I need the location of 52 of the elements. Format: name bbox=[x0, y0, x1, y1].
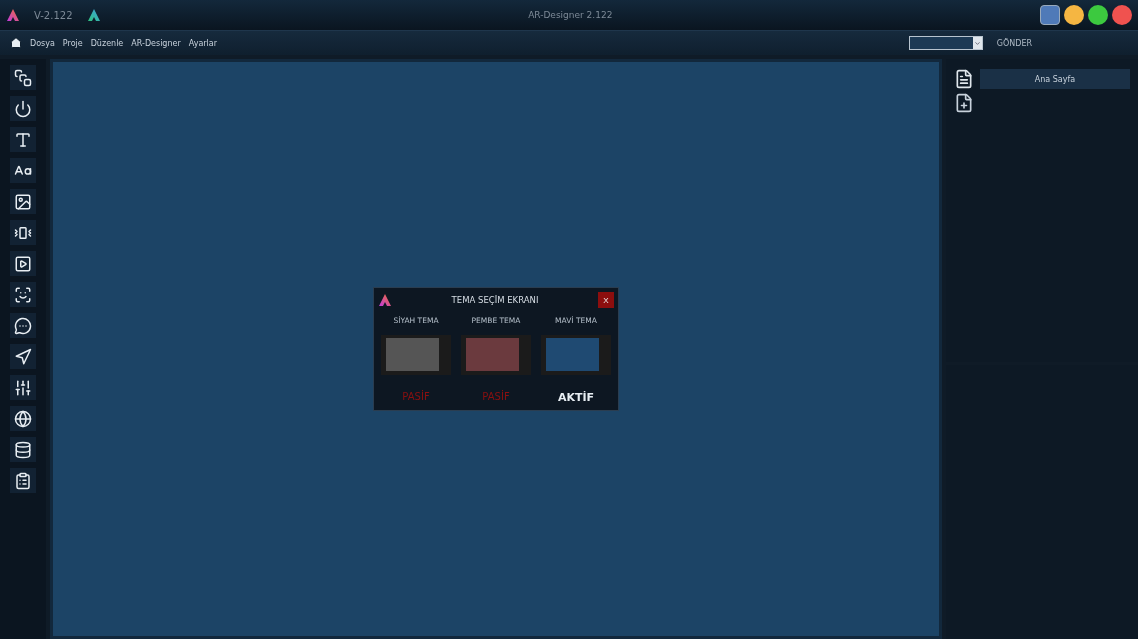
menu-item[interactable]: Dosya bbox=[30, 38, 55, 48]
scan-icon bbox=[14, 285, 32, 304]
menu-item[interactable]: Proje bbox=[62, 38, 83, 48]
database-icon bbox=[14, 440, 32, 459]
power-icon bbox=[14, 99, 32, 118]
caret-icon bbox=[973, 39, 981, 47]
layers-tool-button[interactable] bbox=[10, 65, 36, 90]
image-icon bbox=[14, 192, 32, 211]
page-button[interactable]: Ana Sayfa bbox=[980, 69, 1130, 89]
window-button[interactable] bbox=[1064, 5, 1084, 25]
chat-tool-button[interactable] bbox=[10, 313, 36, 338]
video-tool-button[interactable] bbox=[10, 251, 36, 276]
sliders-icon bbox=[14, 378, 32, 397]
menu-item[interactable]: AR-Designer bbox=[131, 38, 181, 48]
logo-icon bbox=[6, 8, 20, 22]
chat-icon bbox=[14, 316, 32, 335]
menu-item[interactable]: Ayarlar bbox=[188, 38, 217, 48]
navigate-icon bbox=[14, 347, 32, 366]
window-button[interactable] bbox=[1040, 5, 1060, 25]
window-button[interactable] bbox=[1088, 5, 1108, 25]
version-label: V-2.122 bbox=[34, 9, 73, 21]
theme-status: PASİF bbox=[482, 391, 510, 402]
scan-tool-button[interactable] bbox=[10, 282, 36, 307]
video-icon bbox=[14, 254, 32, 273]
send-button[interactable]: GÖNDER bbox=[990, 37, 1038, 49]
clipboard-icon bbox=[14, 471, 32, 490]
image-tool-button[interactable] bbox=[10, 189, 36, 214]
page-icon[interactable] bbox=[954, 69, 974, 89]
dialog-logo-icon bbox=[378, 293, 392, 307]
home-icon[interactable] bbox=[10, 37, 22, 49]
dropdown-field[interactable] bbox=[908, 36, 983, 50]
theme-status: AKTİF bbox=[557, 391, 595, 404]
menu-item[interactable]: Düzenle bbox=[90, 38, 124, 48]
vibrate-tool-button[interactable] bbox=[10, 220, 36, 245]
power-tool-button[interactable] bbox=[10, 96, 36, 121]
window-title: AR-Designer 2.122 bbox=[527, 10, 614, 20]
clipboard-tool-button[interactable] bbox=[10, 468, 36, 493]
close-button[interactable]: X bbox=[598, 292, 614, 308]
text-height-tool-button[interactable] bbox=[10, 127, 36, 152]
text-size-tool-button[interactable] bbox=[10, 158, 36, 183]
layers-icon bbox=[14, 68, 32, 87]
app-icon bbox=[86, 8, 101, 22]
globe-icon bbox=[14, 409, 32, 428]
window-button[interactable] bbox=[1112, 5, 1132, 25]
add-page-icon[interactable] bbox=[954, 93, 974, 113]
database-tool-button[interactable] bbox=[10, 437, 36, 462]
globe-tool-button[interactable] bbox=[10, 406, 36, 431]
navigate-tool-button[interactable] bbox=[10, 344, 36, 369]
theme-status: PASİF bbox=[402, 391, 430, 402]
dialog-title: TEMA SEÇİM EKRANI bbox=[450, 295, 540, 305]
text-height-icon bbox=[14, 130, 32, 149]
sliders-tool-button[interactable] bbox=[10, 375, 36, 400]
